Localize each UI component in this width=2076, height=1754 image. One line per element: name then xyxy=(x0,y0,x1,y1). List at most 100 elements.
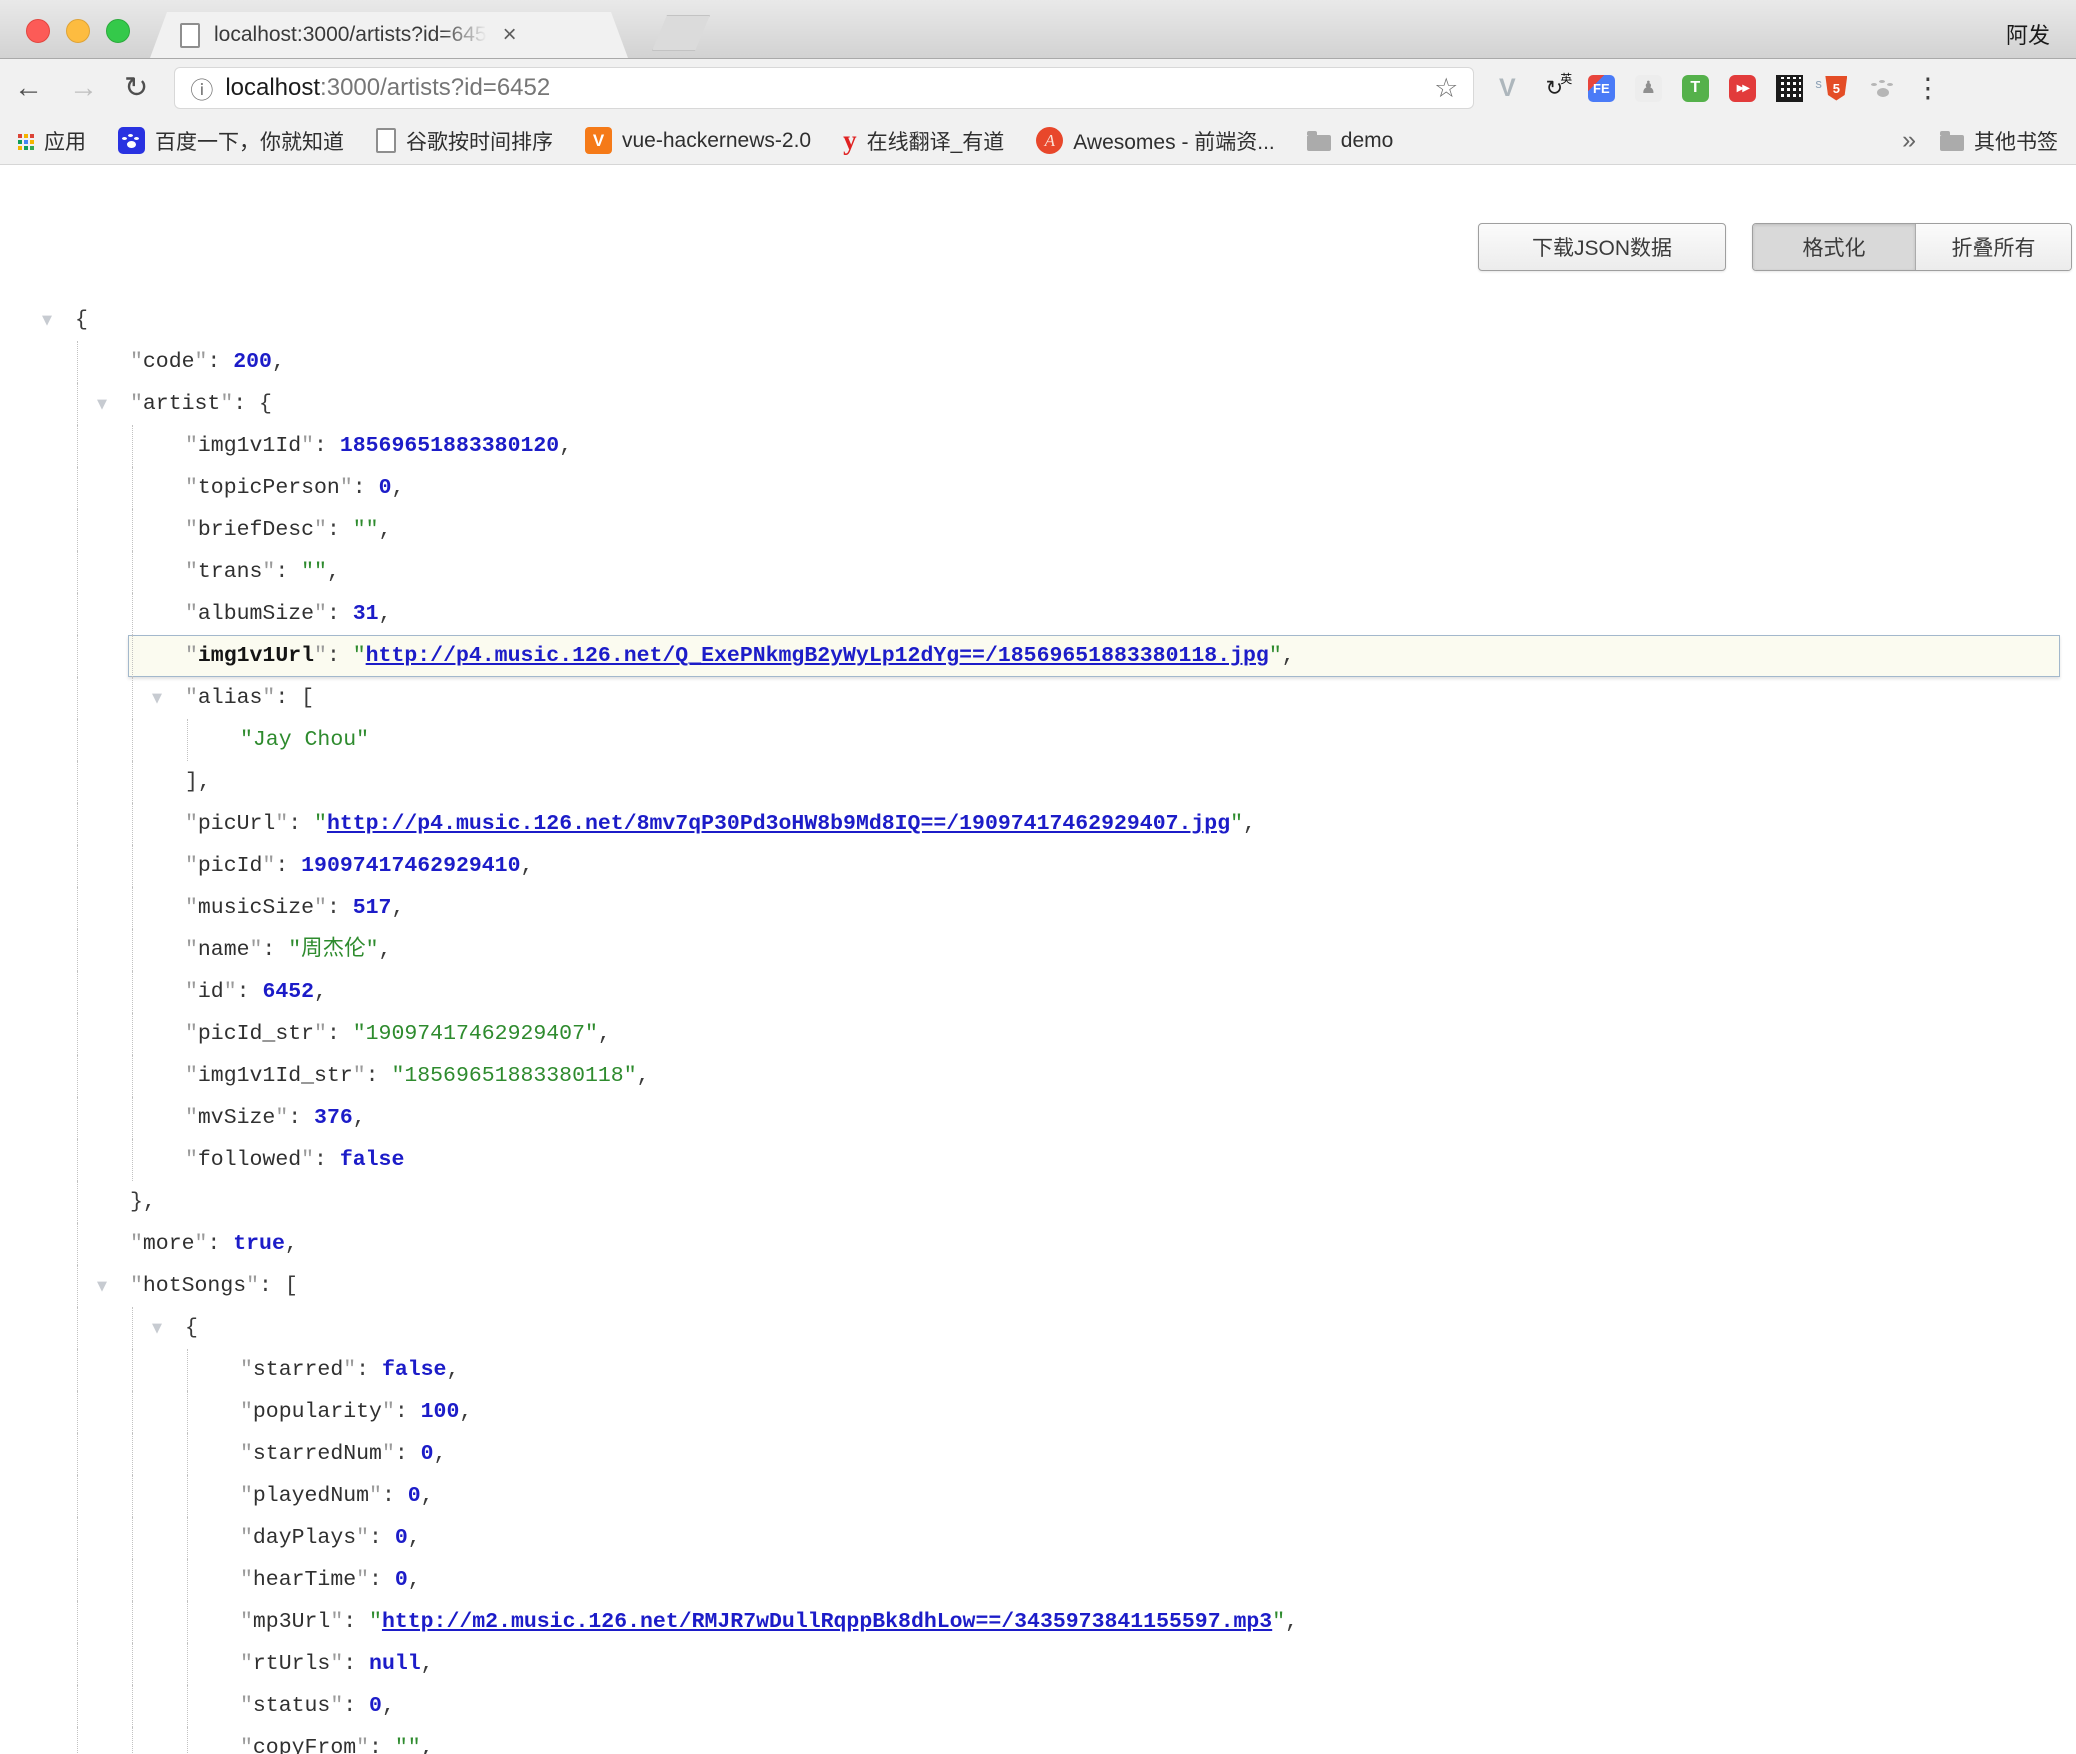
fe-extension-icon[interactable]: FE xyxy=(1586,73,1616,103)
key-quote: " xyxy=(240,1568,253,1592)
bookmark-star-icon[interactable]: ☆ xyxy=(1434,73,1458,104)
browser-menu-icon[interactable]: ⋮ xyxy=(1914,73,1941,104)
indent-guide xyxy=(77,1181,78,1223)
json-link[interactable]: http://p4.music.126.net/8mv7qP30Pd3oHW8b… xyxy=(327,812,1230,836)
bookmark-apps[interactable]: 应用 xyxy=(18,126,86,156)
open-bracket: { xyxy=(185,1316,198,1340)
json-key: musicSize xyxy=(198,896,314,920)
profile-name[interactable]: 阿发 xyxy=(2006,18,2050,50)
indent-guide xyxy=(187,1391,188,1433)
key-quote: " xyxy=(240,1610,253,1634)
collapse-arrow-icon[interactable]: ▼ xyxy=(97,1266,107,1308)
json-line: "img1v1Id_str": "18569651883380118", xyxy=(185,1064,650,1088)
indent-guide xyxy=(77,1139,78,1181)
bookmark-vue-hackernews[interactable]: Vvue-hackernews-2.0 xyxy=(585,127,811,154)
json-line: "trans": "", xyxy=(185,560,340,584)
json-line: "id": 6452, xyxy=(185,980,327,1004)
back-icon[interactable]: ← xyxy=(14,74,43,103)
indent-guide xyxy=(187,1349,188,1391)
json-key: picId_str xyxy=(198,1022,314,1046)
json-row: "picUrl": "http://p4.music.126.net/8mv7q… xyxy=(0,803,2076,845)
qr-code-extension-icon[interactable] xyxy=(1774,73,1804,103)
json-key: artist xyxy=(143,392,220,416)
bookmark-google-sort[interactable]: 谷歌按时间排序 xyxy=(376,126,553,156)
json-line: }, xyxy=(130,1190,156,1214)
vue-v-icon: V xyxy=(585,127,612,154)
collapse-arrow-icon[interactable]: ▼ xyxy=(152,678,162,720)
key-quote: " xyxy=(185,686,198,710)
html5-extension-icon[interactable]: s5 xyxy=(1821,73,1851,103)
json-line: "dayPlays": 0, xyxy=(240,1526,421,1550)
key-quote: " xyxy=(130,392,143,416)
json-line: { xyxy=(185,1316,198,1340)
json-row-highlighted: "img1v1Url": "http://p4.music.126.net/Q_… xyxy=(0,635,2076,677)
comma: , xyxy=(379,602,392,626)
json-link[interactable]: http://m2.music.126.net/RMJR7wDullRqppBk… xyxy=(382,1610,1272,1634)
video-player-extension-icon[interactable]: ▶▶ xyxy=(1727,73,1757,103)
json-key: img1v1Url xyxy=(198,644,314,668)
json-key: picUrl xyxy=(198,812,275,836)
bookmarks-overflow-icon[interactable]: » xyxy=(1902,126,1916,155)
indent-guide xyxy=(132,509,133,551)
string-quote: " xyxy=(353,644,366,668)
minimize-window-button[interactable] xyxy=(66,19,90,43)
json-string-value: "" xyxy=(353,518,379,542)
key-quote: " xyxy=(275,1106,288,1130)
key-quote: " xyxy=(195,350,208,374)
json-number-value: 6452 xyxy=(262,980,314,1004)
url-text[interactable]: localhost:3000/artists?id=6452 xyxy=(225,74,550,102)
colon: : xyxy=(288,1106,314,1130)
indent-guide xyxy=(132,1727,133,1754)
tampermonkey-extension-icon[interactable]: T xyxy=(1680,73,1710,103)
collapse-all-button[interactable]: 折叠所有 xyxy=(1915,224,2071,270)
indent-guide xyxy=(77,971,78,1013)
download-json-button[interactable]: 下载JSON数据 xyxy=(1478,223,1726,271)
indent-guide xyxy=(77,1601,78,1643)
collapse-arrow-icon[interactable]: ▼ xyxy=(42,300,52,342)
json-row: "id": 6452, xyxy=(0,971,2076,1013)
json-link[interactable]: http://p4.music.126.net/Q_ExePNkmgB2yWyL… xyxy=(366,644,1269,668)
zoom-window-button[interactable] xyxy=(106,19,130,43)
bookmark-youdao[interactable]: y在线翻译_有道 xyxy=(843,126,1004,156)
comma: , xyxy=(353,1106,366,1130)
indent-guide xyxy=(77,1223,78,1265)
comma: , xyxy=(391,896,404,920)
json-line: "hearTime": 0, xyxy=(240,1568,421,1592)
indent-guide xyxy=(77,803,78,845)
comma: , xyxy=(598,1022,611,1046)
key-quote: " xyxy=(301,434,314,458)
json-line: "picId": 19097417462929410, xyxy=(185,854,533,878)
site-info-icon[interactable]: ⓘ xyxy=(190,71,213,105)
close-window-button[interactable] xyxy=(26,19,50,43)
sitemap-extension-icon[interactable]: ♟ xyxy=(1633,73,1663,103)
indent-guide xyxy=(77,761,78,803)
json-key: hotSongs xyxy=(143,1274,246,1298)
vue-devtools-extension-icon[interactable]: V xyxy=(1492,73,1522,103)
collapse-arrow-icon[interactable]: ▼ xyxy=(152,1308,162,1350)
forward-icon[interactable]: → xyxy=(69,74,98,103)
new-tab-button[interactable] xyxy=(652,15,710,51)
format-button[interactable]: 格式化 xyxy=(1753,224,1915,270)
paw-extension-icon[interactable] xyxy=(1868,73,1898,103)
json-number-value: 100 xyxy=(421,1400,460,1424)
open-bracket: { xyxy=(259,392,272,416)
json-number-value: 0 xyxy=(408,1484,421,1508)
page-icon xyxy=(180,23,200,48)
reload-icon[interactable]: ↻ xyxy=(124,74,148,103)
bookmark-baidu[interactable]: 百度一下，你就知道 xyxy=(118,126,344,156)
browser-tab[interactable]: localhost:3000/artists?id=645 × xyxy=(150,12,628,58)
url-path: :3000/artists?id=6452 xyxy=(320,74,550,101)
collapse-arrow-icon[interactable]: ▼ xyxy=(97,384,107,426)
other-bookmarks-folder[interactable]: 其他书签 xyxy=(1940,126,2058,156)
address-bar[interactable]: ⓘ localhost:3000/artists?id=6452 ☆ xyxy=(174,67,1474,109)
translate-extension-icon[interactable]: ↻英 xyxy=(1539,73,1569,103)
bookmark-demo-folder[interactable]: demo xyxy=(1307,129,1394,153)
colon: : xyxy=(275,854,301,878)
key-quote: " xyxy=(185,1106,198,1130)
comma: , xyxy=(391,476,404,500)
json-line: "starred": false, xyxy=(240,1358,459,1382)
bookmark-awesomes[interactable]: AAwesomes - 前端资... xyxy=(1036,126,1275,156)
key-quote: " xyxy=(240,1358,253,1382)
json-row: "musicSize": 517, xyxy=(0,887,2076,929)
tab-close-icon[interactable]: × xyxy=(503,23,517,47)
